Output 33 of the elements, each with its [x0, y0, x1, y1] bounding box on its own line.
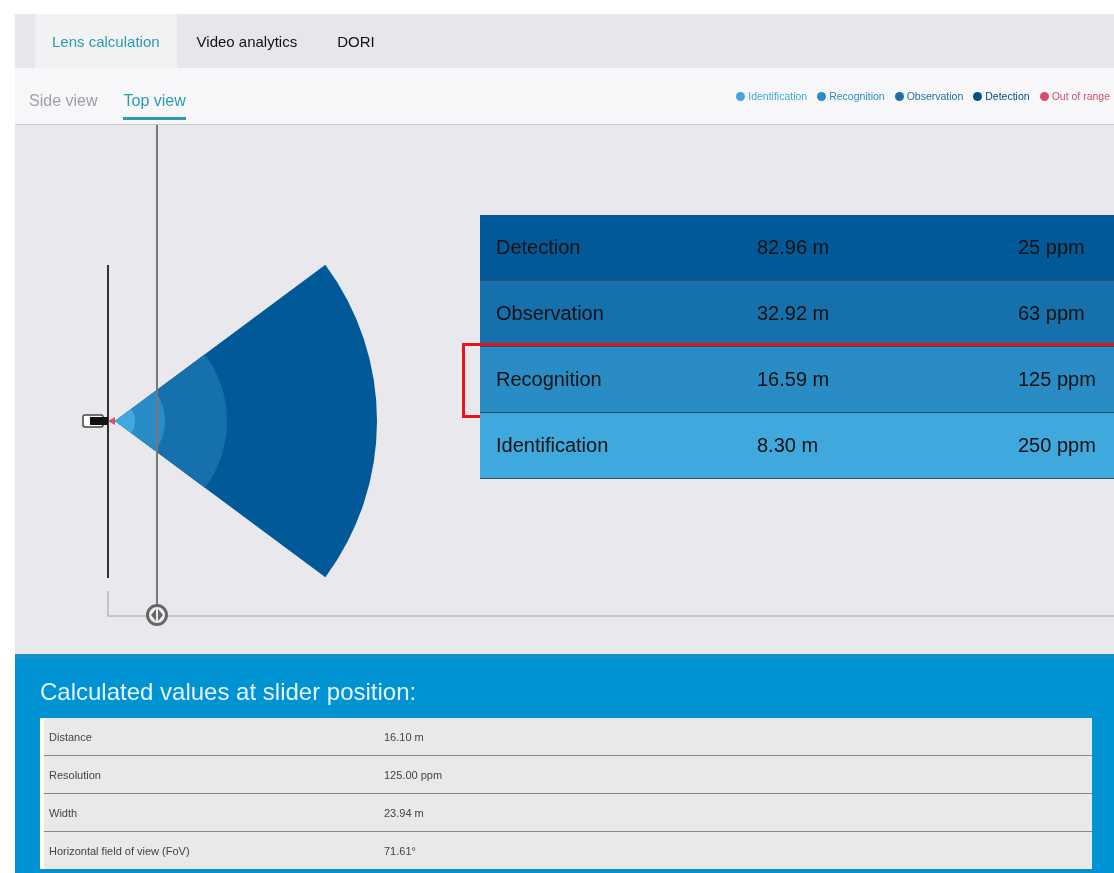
- resolution-value: 63 ppm: [1018, 302, 1085, 325]
- level-name: Recognition: [495, 368, 603, 391]
- value-label: Resolution: [48, 768, 102, 781]
- value-text: 71.61°: [384, 844, 416, 857]
- view-tab[interactable]: Side view: [29, 92, 98, 120]
- tab[interactable]: Lens calculation: [35, 14, 177, 68]
- panel-title: Calculated values at slider position:: [40, 677, 418, 707]
- resolution-value: 125 ppm: [1018, 368, 1096, 391]
- legend-label: Recognition: [829, 90, 885, 102]
- tab[interactable]: DORI: [317, 14, 395, 68]
- value-label: Distance: [48, 730, 93, 743]
- distance-slider-handle[interactable]: [145, 125, 170, 627]
- level-name: Observation: [495, 302, 605, 325]
- value-text: 23.94 m: [384, 806, 424, 819]
- distance-value: 16.59 m: [757, 368, 831, 391]
- value-label: Width: [48, 806, 79, 819]
- distance-value: 32.92 m: [757, 302, 831, 325]
- legend-label: Identification: [748, 90, 808, 102]
- distance-value: 8.30 m: [757, 434, 820, 457]
- legend-label: Out of range: [1051, 90, 1110, 102]
- value-text: 16.10 m: [384, 730, 424, 743]
- resolution-value: 25 ppm: [1018, 236, 1085, 259]
- level-name: Detection: [495, 236, 582, 259]
- view-tab[interactable]: Top view: [123, 92, 186, 120]
- distance-value: 82.96 m: [757, 236, 831, 259]
- resolution-value: 250 ppm: [1018, 434, 1096, 457]
- value-label: Horizontal field of view (FoV): [48, 844, 191, 857]
- camera-icon: [82, 414, 116, 428]
- value-text: 125.00 ppm: [384, 768, 443, 781]
- legend-label: Observation: [906, 90, 964, 102]
- tab[interactable]: Video analytics: [176, 14, 318, 68]
- legend-label: Detection: [985, 90, 1030, 102]
- level-name: Identification: [495, 434, 610, 457]
